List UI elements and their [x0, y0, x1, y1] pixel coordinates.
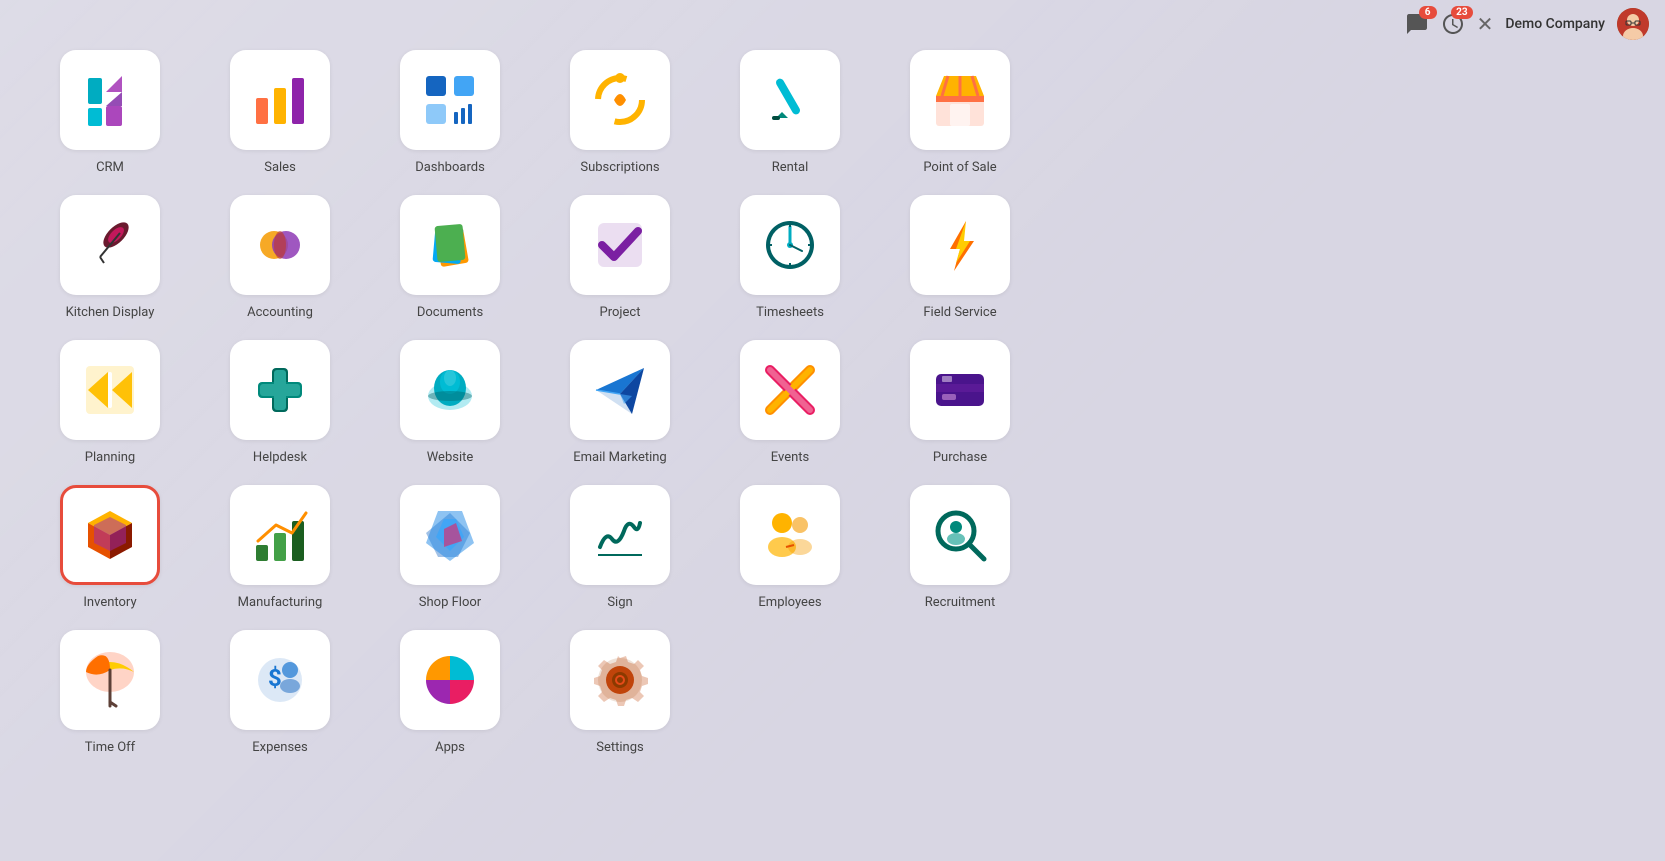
chat-icon[interactable]: 6	[1405, 12, 1429, 36]
app-label-helpdesk: Helpdesk	[253, 450, 307, 465]
app-label-events: Events	[771, 450, 809, 465]
app-icon-pos[interactable]	[910, 50, 1010, 150]
app-icon-project[interactable]	[570, 195, 670, 295]
app-item-documents[interactable]: Documents	[380, 195, 520, 320]
app-label-website: Website	[427, 450, 474, 465]
app-item-apps[interactable]: Apps	[380, 630, 520, 755]
app-icon-accounting[interactable]	[230, 195, 330, 295]
app-label-pos: Point of Sale	[923, 160, 996, 175]
app-label-timesheets: Timesheets	[756, 305, 824, 320]
app-item-pos[interactable]: Point of Sale	[890, 50, 1030, 175]
app-icon-rental[interactable]	[740, 50, 840, 150]
app-label-purchase: Purchase	[933, 450, 987, 465]
user-avatar[interactable]	[1617, 8, 1649, 40]
chat-badge: 6	[1419, 6, 1437, 19]
app-item-field-service[interactable]: Field Service	[890, 195, 1030, 320]
app-icon-subscriptions[interactable]	[570, 50, 670, 150]
app-label-project: Project	[600, 305, 641, 320]
app-label-sign: Sign	[607, 595, 632, 610]
app-icon-purchase[interactable]	[910, 340, 1010, 440]
topbar: 6 23 ✕ Demo Company	[1389, 0, 1665, 48]
app-icon-recruitment[interactable]	[910, 485, 1010, 585]
company-name[interactable]: Demo Company	[1505, 16, 1605, 32]
app-item-email-marketing[interactable]: Email Marketing	[550, 340, 690, 465]
app-label-rental: Rental	[772, 160, 809, 175]
app-label-manufacturing: Manufacturing	[238, 595, 323, 610]
apps-grid-container: CRM Sales	[0, 0, 1665, 775]
app-icon-website[interactable]	[400, 340, 500, 440]
app-label-settings: Settings	[596, 740, 643, 755]
app-icon-events[interactable]	[740, 340, 840, 440]
close-icon[interactable]: ✕	[1477, 12, 1494, 36]
app-icon-planning[interactable]	[60, 340, 160, 440]
app-item-dashboards[interactable]: Dashboards	[380, 50, 520, 175]
app-item-manufacturing[interactable]: Manufacturing	[210, 485, 350, 610]
app-item-website[interactable]: Website	[380, 340, 520, 465]
app-item-crm[interactable]: CRM	[40, 50, 180, 175]
app-icon-helpdesk[interactable]	[230, 340, 330, 440]
app-icon-apps[interactable]	[400, 630, 500, 730]
app-icon-field-service[interactable]	[910, 195, 1010, 295]
app-item-expenses[interactable]: $ Expenses	[210, 630, 350, 755]
app-item-settings[interactable]: Settings	[550, 630, 690, 755]
app-label-dashboards: Dashboards	[415, 160, 485, 175]
app-label-planning: Planning	[85, 450, 135, 465]
app-item-time-off[interactable]: Time Off	[40, 630, 180, 755]
app-label-accounting: Accounting	[247, 305, 313, 320]
app-label-apps: Apps	[435, 740, 465, 755]
app-label-sales: Sales	[264, 160, 296, 175]
svg-text:$: $	[268, 664, 282, 692]
app-label-employees: Employees	[758, 595, 821, 610]
app-icon-expenses[interactable]: $	[230, 630, 330, 730]
app-label-expenses: Expenses	[252, 740, 308, 755]
app-label-time-off: Time Off	[85, 740, 135, 755]
app-icon-sales[interactable]	[230, 50, 330, 150]
app-label-inventory: Inventory	[83, 595, 136, 610]
app-item-shop-floor[interactable]: Shop Floor	[380, 485, 520, 610]
app-item-inventory[interactable]: Inventory	[40, 485, 180, 610]
app-icon-employees[interactable]	[740, 485, 840, 585]
app-item-employees[interactable]: Employees	[720, 485, 860, 610]
app-item-sign[interactable]: Sign	[550, 485, 690, 610]
app-icon-manufacturing[interactable]	[230, 485, 330, 585]
app-icon-crm[interactable]	[60, 50, 160, 150]
app-icon-email-marketing[interactable]	[570, 340, 670, 440]
app-icon-settings[interactable]	[570, 630, 670, 730]
app-item-helpdesk[interactable]: Helpdesk	[210, 340, 350, 465]
app-icon-dashboards[interactable]	[400, 50, 500, 150]
app-icon-inventory[interactable]	[60, 485, 160, 585]
app-label-field-service: Field Service	[923, 305, 996, 320]
app-icon-kitchen[interactable]	[60, 195, 160, 295]
app-item-timesheets[interactable]: Timesheets	[720, 195, 860, 320]
app-item-purchase[interactable]: Purchase	[890, 340, 1030, 465]
app-item-recruitment[interactable]: Recruitment	[890, 485, 1030, 610]
app-label-crm: CRM	[96, 160, 124, 175]
app-item-rental[interactable]: Rental	[720, 50, 860, 175]
app-label-subscriptions: Subscriptions	[580, 160, 659, 175]
app-icon-sign[interactable]	[570, 485, 670, 585]
app-icon-shop-floor[interactable]	[400, 485, 500, 585]
app-label-documents: Documents	[417, 305, 483, 320]
app-item-events[interactable]: Events	[720, 340, 860, 465]
app-icon-timesheets[interactable]	[740, 195, 840, 295]
clock-badge: 23	[1451, 6, 1472, 19]
app-item-planning[interactable]: Planning	[40, 340, 180, 465]
app-label-shop-floor: Shop Floor	[419, 595, 481, 610]
app-icon-documents[interactable]	[400, 195, 500, 295]
app-label-kitchen: Kitchen Display	[66, 305, 155, 320]
app-label-recruitment: Recruitment	[925, 595, 995, 610]
app-icon-time-off[interactable]	[60, 630, 160, 730]
apps-grid: CRM Sales	[40, 50, 1625, 755]
app-item-project[interactable]: Project	[550, 195, 690, 320]
app-label-email-marketing: Email Marketing	[573, 450, 666, 465]
app-item-kitchen[interactable]: Kitchen Display	[40, 195, 180, 320]
app-item-sales[interactable]: Sales	[210, 50, 350, 175]
app-item-subscriptions[interactable]: Subscriptions	[550, 50, 690, 175]
clock-icon[interactable]: 23	[1441, 12, 1465, 36]
app-item-accounting[interactable]: Accounting	[210, 195, 350, 320]
